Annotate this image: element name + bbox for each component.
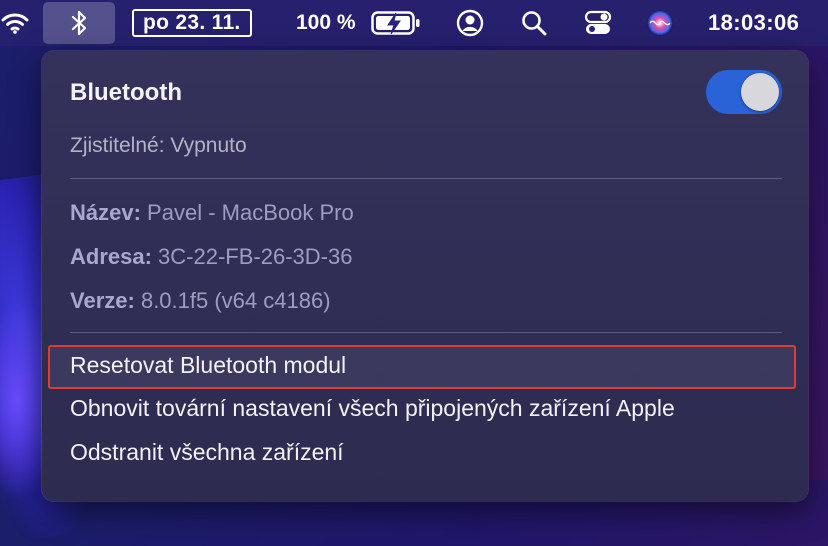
bluetooth-toggle[interactable] <box>706 70 782 114</box>
info-key: Název: <box>70 200 141 225</box>
bluetooth-icon[interactable] <box>43 2 115 44</box>
info-version: Verze: 8.0.1f5 (v64 c4186) <box>70 288 331 314</box>
bluetooth-menu-panel: Bluetooth Zjistitelné: Vypnuto Název: Pa… <box>42 51 808 501</box>
info-value: 3C-22-FB-26-3D-36 <box>158 244 353 269</box>
separator <box>70 178 782 179</box>
user-icon[interactable] <box>454 0 486 46</box>
info-address: Adresa: 3C-22-FB-26-3D-36 <box>70 244 352 270</box>
battery-percent[interactable]: 100 % <box>296 0 356 46</box>
discoverable-status: Zjistitelné: Vypnuto <box>70 134 247 157</box>
menu-title: Bluetooth <box>70 79 182 106</box>
reset-bluetooth-module-item[interactable]: Resetovat Bluetooth modul <box>70 352 346 379</box>
siri-icon[interactable] <box>644 0 676 46</box>
wifi-icon[interactable] <box>0 0 30 46</box>
toggle-knob <box>741 73 779 111</box>
control-center-icon[interactable] <box>582 0 614 46</box>
info-key: Adresa: <box>70 244 152 269</box>
info-key: Verze: <box>70 288 135 313</box>
battery-charging-icon[interactable] <box>370 0 422 46</box>
info-name: Název: Pavel - MacBook Pro <box>70 200 354 226</box>
remove-all-devices-item[interactable]: Odstranit všechna zařízení <box>70 439 344 466</box>
clock[interactable]: 18:03:06 <box>708 0 799 46</box>
search-icon[interactable] <box>518 0 550 46</box>
info-value: Pavel - MacBook Pro <box>147 200 354 225</box>
factory-reset-apple-devices-item[interactable]: Obnovit tovární nastavení všech připojen… <box>70 395 675 422</box>
menu-bar: po 23. 11. 100 % 18:03:06 <box>0 0 828 46</box>
date-display[interactable]: po 23. 11. <box>132 9 252 37</box>
info-value: 8.0.1f5 (v64 c4186) <box>140 288 331 313</box>
separator <box>70 332 782 333</box>
